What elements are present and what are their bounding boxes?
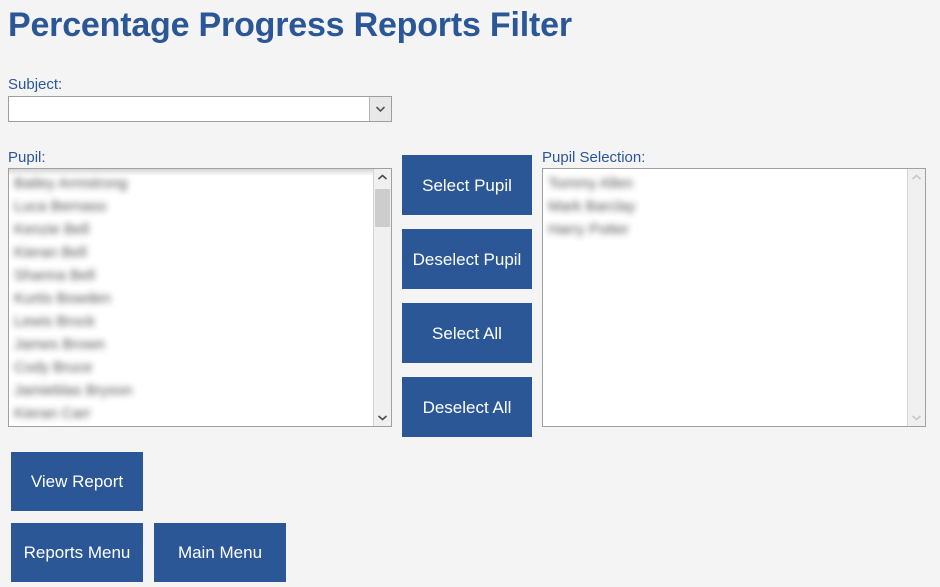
chevron-down-icon[interactable]	[908, 409, 925, 426]
pupil-list-label: Pupil:	[8, 149, 46, 166]
list-item[interactable]: Kenzie Bell	[9, 218, 373, 241]
page-title: Percentage Progress Reports Filter	[8, 6, 572, 44]
chevron-down-icon[interactable]	[369, 97, 391, 121]
subject-label: Subject:	[8, 76, 63, 93]
chevron-down-icon[interactable]	[374, 409, 391, 426]
list-item[interactable]: Kieran Carr	[9, 402, 373, 425]
list-item[interactable]: Kieran Bell	[9, 241, 373, 264]
deselect-pupil-button[interactable]: Deselect Pupil	[402, 229, 532, 289]
select-all-button[interactable]: Select All	[402, 303, 532, 363]
pupil-selection-label: Pupil Selection:	[542, 149, 646, 166]
list-item[interactable]: Harry Potter	[543, 218, 907, 241]
reports-menu-button[interactable]: Reports Menu	[11, 523, 143, 582]
list-item[interactable]: James Brown	[9, 333, 373, 356]
chevron-up-icon[interactable]	[908, 169, 925, 186]
subject-select[interactable]	[8, 96, 392, 122]
list-item[interactable]: Mark Barclay	[543, 195, 907, 218]
list-item[interactable]: Cody Bruce	[9, 356, 373, 379]
pupil-selection-listbox-items[interactable]: Tommy Allen Mark Barclay Harry Potter	[543, 169, 907, 426]
deselect-all-button[interactable]: Deselect All	[402, 377, 532, 437]
pupil-listbox-scrollbar[interactable]	[373, 169, 391, 426]
pupil-listbox-items[interactable]: Bailey Armstrong Luca Bernaso Kenzie Bel…	[9, 169, 373, 426]
scrollbar-thumb[interactable]	[375, 189, 390, 227]
list-item[interactable]: Jamieblas Bryson	[9, 379, 373, 402]
list-item[interactable]: Luca Bernaso	[9, 195, 373, 218]
chevron-up-icon[interactable]	[374, 169, 391, 186]
list-item[interactable]: Shanna Bell	[9, 264, 373, 287]
list-item[interactable]: Tommy Allen	[543, 172, 907, 195]
pupil-selection-listbox-scrollbar[interactable]	[907, 169, 925, 426]
list-item[interactable]: Lewis Brock	[9, 310, 373, 333]
list-item[interactable]: Bailey Armstrong	[9, 172, 373, 195]
subject-select-value	[9, 97, 369, 121]
list-item[interactable]: Kurtis Bowden	[9, 287, 373, 310]
main-menu-button[interactable]: Main Menu	[154, 523, 286, 582]
view-report-button[interactable]: View Report	[11, 452, 143, 511]
pupil-selection-listbox[interactable]: Tommy Allen Mark Barclay Harry Potter	[542, 168, 926, 427]
select-pupil-button[interactable]: Select Pupil	[402, 155, 532, 215]
pupil-listbox[interactable]: Bailey Armstrong Luca Bernaso Kenzie Bel…	[8, 168, 392, 427]
